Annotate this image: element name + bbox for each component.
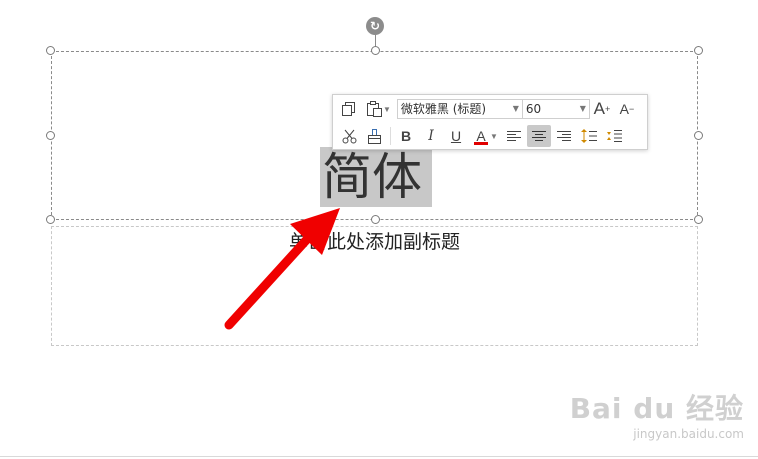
chevron-down-icon: ▼ bbox=[579, 104, 586, 113]
format-painter-icon[interactable] bbox=[362, 125, 386, 147]
resize-handle-left[interactable] bbox=[46, 131, 55, 140]
grow-font-button[interactable]: A + bbox=[590, 98, 614, 120]
font-name-select[interactable]: 微软雅黑 (标题) ▼ bbox=[396, 99, 523, 119]
subtitle-placeholder[interactable]: 单击此处添加副标题 bbox=[51, 226, 698, 346]
resize-handle-right[interactable] bbox=[694, 131, 703, 140]
font-size-value: 60 bbox=[525, 102, 542, 116]
align-center-icon[interactable] bbox=[526, 125, 551, 147]
slide-canvas: ↻ 简体 单击此处添加副标题 ▼ 微软雅黑 (标题) ▼ 60 ▼ A + A … bbox=[0, 0, 758, 459]
baidu-watermark: Bai du 经验 jingyan.baidu.com bbox=[570, 387, 744, 441]
bottom-divider bbox=[0, 456, 758, 457]
font-name-value: 微软雅黑 (标题) bbox=[400, 102, 487, 116]
shrink-font-icon: A bbox=[619, 101, 629, 117]
font-color-swatch bbox=[474, 142, 488, 145]
grow-font-icon: A bbox=[593, 99, 605, 118]
mini-format-toolbar: ▼ 微软雅黑 (标题) ▼ 60 ▼ A + A − B I U A ▼ bbox=[332, 94, 648, 150]
paragraph-spacing-icon[interactable] bbox=[602, 125, 626, 147]
shrink-font-button[interactable]: A − bbox=[615, 98, 639, 120]
cut-icon[interactable] bbox=[337, 125, 361, 147]
italic-button[interactable]: I bbox=[419, 125, 443, 147]
resize-handle-bottom[interactable] bbox=[371, 215, 380, 224]
toolbar-row-1: ▼ 微软雅黑 (标题) ▼ 60 ▼ A + A − bbox=[337, 97, 640, 121]
toolbar-row-2: B I U A ▼ bbox=[337, 124, 627, 148]
rotate-stem bbox=[375, 33, 376, 47]
font-color-button[interactable]: A bbox=[469, 125, 493, 147]
font-size-select[interactable]: 60 ▼ bbox=[521, 99, 590, 119]
rotate-handle-icon[interactable]: ↻ bbox=[366, 17, 384, 35]
watermark-brand: Bai du 经验 bbox=[569, 392, 744, 425]
watermark-url: jingyan.baidu.com bbox=[633, 427, 744, 441]
toolbar-separator bbox=[390, 127, 391, 145]
bold-button[interactable]: B bbox=[394, 125, 418, 147]
copy-icon[interactable] bbox=[337, 98, 361, 120]
title-text-selected[interactable]: 简体 bbox=[320, 147, 432, 207]
resize-handle-top-right[interactable] bbox=[694, 46, 703, 55]
resize-handle-bottom-right[interactable] bbox=[694, 215, 703, 224]
resize-handle-top-left[interactable] bbox=[46, 46, 55, 55]
line-spacing-icon[interactable] bbox=[577, 125, 601, 147]
align-left-icon[interactable] bbox=[502, 125, 526, 147]
paste-dropdown-icon[interactable]: ▼ bbox=[383, 105, 391, 114]
chevron-down-icon: ▼ bbox=[512, 104, 519, 113]
subtitle-placeholder-text: 单击此处添加副标题 bbox=[288, 231, 460, 253]
underline-button[interactable]: U bbox=[444, 125, 468, 147]
resize-handle-top[interactable] bbox=[371, 46, 380, 55]
resize-handle-bottom-left[interactable] bbox=[46, 215, 55, 224]
align-right-icon[interactable] bbox=[552, 125, 576, 147]
